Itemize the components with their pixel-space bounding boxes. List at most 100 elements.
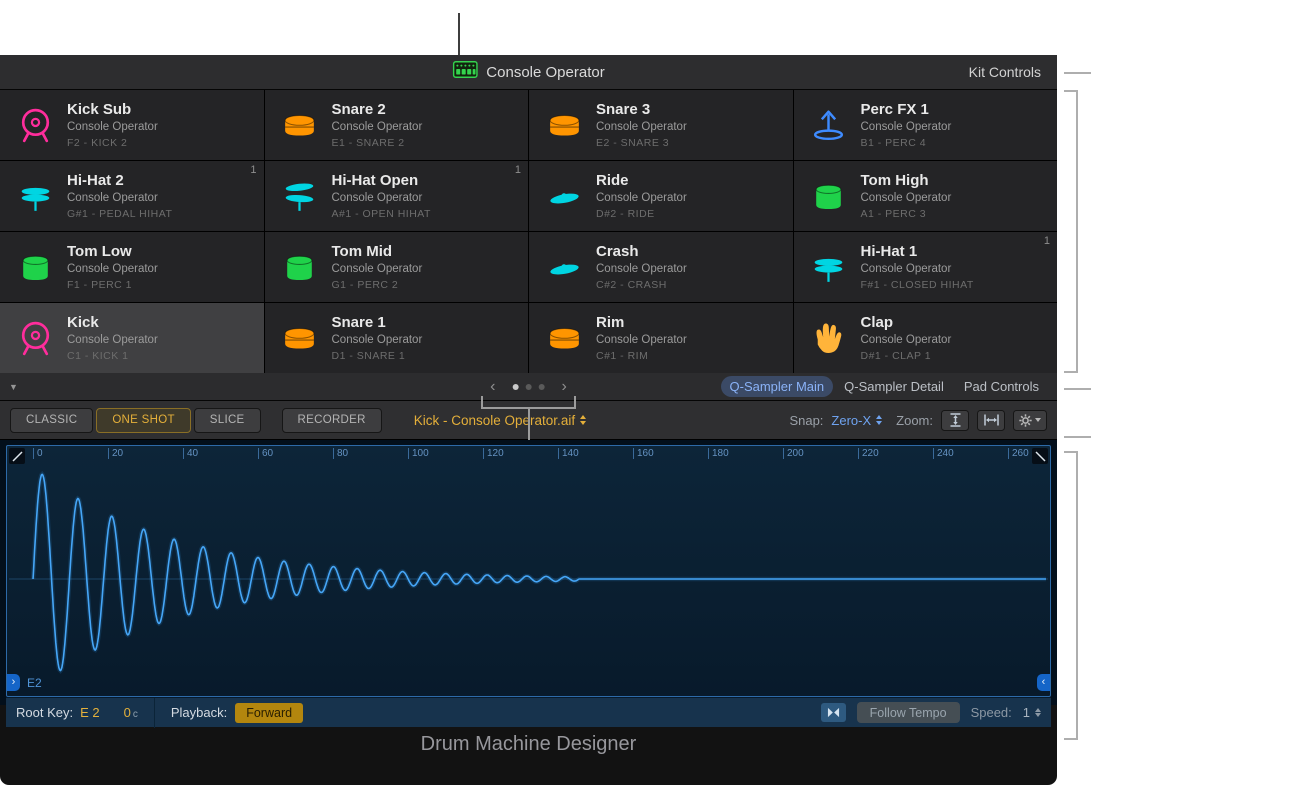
clap-hand-icon <box>806 315 852 361</box>
drum-pad-snare-2[interactable]: Snare 2Console OperatorE1 - SNARE 2 <box>265 90 529 160</box>
tom-drum-icon <box>12 244 58 290</box>
snap-label: Snap: <box>789 413 823 428</box>
mode-one-shot-button[interactable]: ONE SHOT <box>96 408 190 433</box>
callout-bracket-waveform <box>1064 451 1078 740</box>
chevron-down-icon <box>1035 418 1041 422</box>
root-key-value[interactable]: E 2 <box>80 705 100 720</box>
drum-pad-hi-hat-1[interactable]: Hi-Hat 1Console OperatorF#1 - CLOSED HIH… <box>794 232 1058 302</box>
ruler-tick: 160 <box>633 448 654 459</box>
mode-slice-button[interactable]: SLICE <box>194 408 261 433</box>
fade-in-handle[interactable] <box>9 448 25 464</box>
snare-drum-icon <box>541 315 587 361</box>
pager-dot-2[interactable] <box>526 384 532 390</box>
tom-drum-icon <box>277 244 323 290</box>
pad-subtitle: Console Operator <box>861 264 974 276</box>
drum-pad-tom-mid[interactable]: Tom MidConsole OperatorG1 - PERC 2 <box>265 232 529 302</box>
ruler-tick: 240 <box>933 448 954 459</box>
mode-recorder-button[interactable]: RECORDER <box>282 408 382 433</box>
kick-drum-icon <box>12 102 58 148</box>
drum-pad-hi-hat-2[interactable]: Hi-Hat 2 Console Operator G#1 - PEDAL HIHA… <box>0 161 264 231</box>
drum-pad-tom-low[interactable]: Tom LowConsole OperatorF1 - PERC 1 <box>0 232 264 302</box>
playback-mode-button[interactable]: Forward <box>235 703 303 723</box>
kit-controls-button[interactable]: Kit Controls <box>969 64 1041 80</box>
drum-pad-crash[interactable]: CrashConsole OperatorC#2 - CRASH <box>529 232 793 302</box>
kick-drum-icon <box>12 315 58 361</box>
hihat-closed-icon <box>806 244 852 290</box>
tune-value[interactable]: 0 c <box>124 705 138 720</box>
pad-text: Tom MidConsole OperatorG1 - PERC 2 <box>332 244 423 291</box>
callout-tick-tab-strip <box>1064 388 1091 390</box>
waveform-display[interactable]: 020406080100120140160180200220240260 › E… <box>6 445 1051 697</box>
speed-selector[interactable]: 1 <box>1023 705 1041 720</box>
zoom-horizontal-fit-icon <box>984 413 999 427</box>
action-menu-button[interactable] <box>1013 410 1047 431</box>
drum-pad-perc-fx-1[interactable]: Perc FX 1Console OperatorB1 - PERC 4 <box>794 90 1058 160</box>
zoom-vertical-fit-icon <box>948 413 963 427</box>
pad-text: Tom HighConsole OperatorA1 - PERC 3 <box>861 173 952 220</box>
pad-key-label: G1 - PERC 2 <box>332 280 423 291</box>
waveform-section: 020406080100120140160180200220240260 › E… <box>0 440 1057 705</box>
waveform-svg <box>7 446 1050 696</box>
ruler-tick: 140 <box>558 448 579 459</box>
pad-key-label: A#1 - OPEN HIHAT <box>332 209 431 220</box>
pager-dot-1[interactable] <box>513 384 519 390</box>
choke-group-badge: 1 <box>515 164 521 176</box>
drum-pad-snare-1[interactable]: Snare 1Console OperatorD1 - SNARE 1 <box>265 303 529 373</box>
drum-pad-hi-hat-open[interactable]: Hi-Hat OpenConsole OperatorA#1 - OPEN HI… <box>265 161 529 231</box>
ruler-tick: 100 <box>408 448 429 459</box>
waveform-ruler: 020406080100120140160180200220240260 <box>7 446 1050 462</box>
callout-bracket-pad-grid <box>1064 90 1078 373</box>
plugin-caption: Drum Machine Designer <box>6 727 1051 756</box>
fade-out-diagonal-icon <box>1033 449 1048 464</box>
pager-prev-icon[interactable]: ‹ <box>490 379 495 395</box>
tab-pad-controls[interactable]: Pad Controls <box>955 376 1048 397</box>
pad-key-label: F#1 - CLOSED HIHAT <box>861 280 974 291</box>
snare-drum-icon <box>277 102 323 148</box>
pad-name: Clap <box>861 315 952 330</box>
pad-text: Snare 3Console OperatorE2 - SNARE 3 <box>596 102 687 149</box>
sample-file-selector[interactable]: Kick - Console Operator.aif <box>414 413 586 428</box>
pad-subtitle: Console Operator <box>67 193 172 205</box>
tab-q-sampler-detail[interactable]: Q-Sampler Detail <box>835 376 953 397</box>
callout-tick-toolbar <box>1064 436 1091 438</box>
callout-stem-filename <box>528 409 530 440</box>
perc-fx-icon <box>806 102 852 148</box>
tab-q-sampler-main[interactable]: Q-Sampler Main <box>721 376 834 397</box>
start-marker-arrow-icon[interactable]: › <box>7 674 20 691</box>
pad-name: Hi-Hat 2 <box>67 173 172 188</box>
drum-pad-tom-high[interactable]: Tom HighConsole OperatorA1 - PERC 3 <box>794 161 1058 231</box>
pad-key-label: G#1 - PEDAL HIHAT <box>67 209 172 220</box>
drum-pad-rim[interactable]: RimConsole OperatorC#1 - RIM <box>529 303 793 373</box>
snap-selector[interactable]: Zero-X <box>831 413 882 428</box>
zoom-label: Zoom: <box>896 413 933 428</box>
zoom-vertical-fit-button[interactable] <box>941 410 969 431</box>
ruler-tick: 120 <box>483 448 504 459</box>
callout-line-plugin-icon <box>458 13 460 55</box>
drum-pad-clap[interactable]: ClapConsole OperatorD#1 - CLAP 1 <box>794 303 1058 373</box>
pager-next-icon[interactable]: › <box>562 379 567 395</box>
follow-tempo-button[interactable]: Follow Tempo <box>857 702 960 723</box>
ruler-tick: 60 <box>258 448 273 459</box>
pager-dot-3[interactable] <box>539 384 545 390</box>
pad-grid: Kick SubConsole OperatorF2 - KICK 2Snare… <box>0 90 1057 373</box>
drum-pad-ride[interactable]: RideConsole OperatorD#2 - RIDE <box>529 161 793 231</box>
drum-pad-kick-sub[interactable]: Kick SubConsole OperatorF2 - KICK 2 <box>0 90 264 160</box>
pad-name: Tom Mid <box>332 244 423 259</box>
pad-key-label: D#2 - RIDE <box>596 209 687 220</box>
pad-key-label: E1 - SNARE 2 <box>332 138 423 149</box>
zoom-horizontal-fit-button[interactable] <box>977 410 1005 431</box>
drum-pad-snare-3[interactable]: Snare 3Console OperatorE2 - SNARE 3 <box>529 90 793 160</box>
fade-out-handle[interactable] <box>1032 448 1048 464</box>
screenshot-canvas: Console Operator Kit Controls Kick SubCo… <box>0 0 1306 785</box>
sample-start-marker[interactable]: › E2 <box>7 674 42 691</box>
pad-subtitle: Console Operator <box>67 335 158 347</box>
ruler-tick: 220 <box>858 448 879 459</box>
pager-dots <box>513 384 545 390</box>
mode-classic-button[interactable]: CLASSIC <box>10 408 93 433</box>
end-marker-arrow-icon[interactable]: ‹ <box>1037 674 1050 691</box>
sample-end-marker[interactable]: ‹ <box>1037 674 1050 691</box>
ride-cymbal-icon <box>541 173 587 219</box>
crossfade-loop-button[interactable] <box>821 703 846 722</box>
drum-pad-kick[interactable]: KickConsole OperatorC1 - KICK 1 <box>0 303 264 373</box>
collapse-grid-triangle-icon[interactable]: ▼ <box>9 382 18 392</box>
